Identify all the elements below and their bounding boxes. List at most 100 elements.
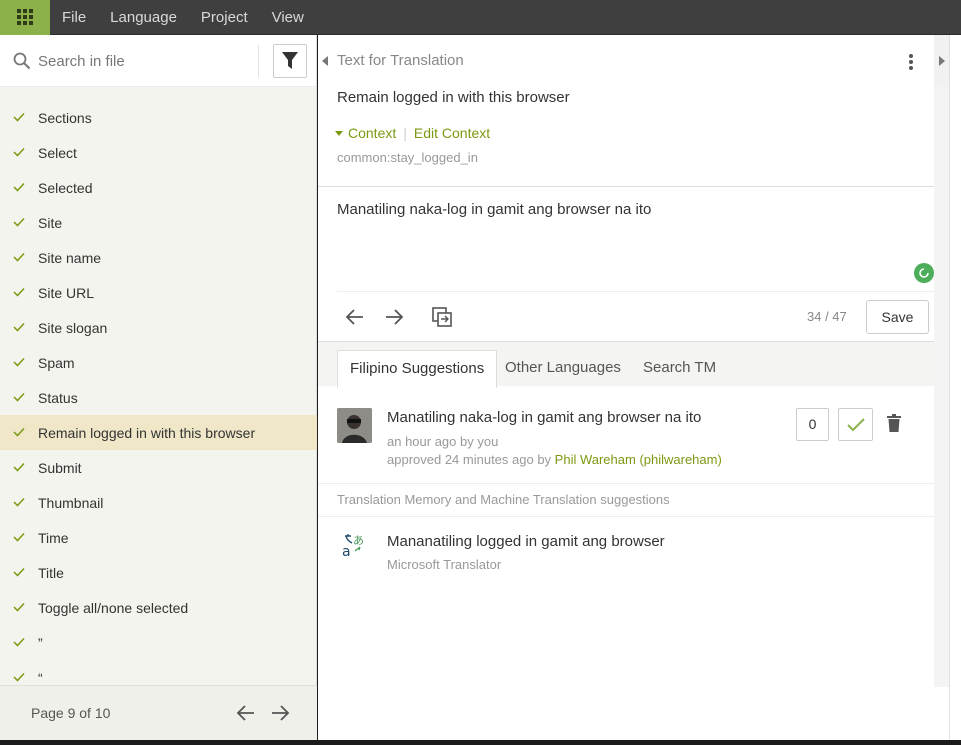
check-icon (13, 252, 25, 262)
source-header: Text for Translation (337, 52, 464, 69)
string-list-item[interactable]: “ (0, 660, 317, 683)
more-options-icon[interactable] (908, 52, 914, 72)
source-string: Remain logged in with this browser (337, 89, 570, 106)
string-list-item[interactable]: Remain logged in with this browser (0, 415, 317, 450)
scrollbar-track[interactable] (934, 87, 949, 687)
menu-language[interactable]: Language (98, 0, 189, 35)
menu-view[interactable]: View (260, 0, 316, 35)
string-list-item[interactable]: Spam (0, 345, 317, 380)
check-icon (13, 672, 25, 682)
divider (318, 516, 949, 517)
right-gutter (949, 35, 961, 740)
page-indicator: Page 9 of 10 (31, 705, 111, 721)
search-icon (13, 52, 31, 70)
string-list-item[interactable]: Selected (0, 170, 317, 205)
filter-button[interactable] (273, 44, 307, 78)
prev-string-arrow-icon[interactable] (344, 306, 366, 328)
trash-icon[interactable] (887, 414, 901, 432)
check-icon (13, 392, 25, 402)
mt-suggestion-text[interactable]: Mananatiling logged in gamit ang browser (387, 533, 665, 550)
filter-icon (282, 52, 298, 69)
caret-down-icon (335, 130, 343, 136)
string-list-item-label: Site slogan (38, 319, 108, 336)
mt-suggestion-source: Microsoft Translator (387, 557, 502, 572)
check-icon (13, 357, 25, 367)
check-icon (13, 147, 25, 157)
approve-button[interactable] (838, 408, 873, 441)
avatar (337, 408, 372, 443)
check-icon (13, 182, 25, 192)
check-icon (13, 322, 25, 332)
apps-grid-icon[interactable] (0, 0, 50, 35)
suggestion-approval: approved 24 minutes ago by Phil Wareham … (387, 452, 722, 467)
menu-project[interactable]: Project (189, 0, 260, 35)
check-icon (13, 217, 25, 227)
check-icon (13, 427, 25, 437)
next-page-arrow-icon[interactable] (269, 702, 291, 724)
context-toggle[interactable]: Context (348, 125, 396, 141)
search-input[interactable] (38, 50, 248, 72)
string-list-item[interactable]: Sections (0, 100, 317, 135)
collapse-sidebar-toggle[interactable] (318, 35, 332, 87)
pager: Page 9 of 10 (0, 685, 317, 740)
string-list-item[interactable]: Site slogan (0, 310, 317, 345)
tm-section-header: Translation Memory and Machine Translati… (337, 492, 670, 507)
check-icon (13, 287, 25, 297)
suggestion-tabs: Filipino Suggestions Other Languages Sea… (318, 341, 949, 388)
check-icon (846, 417, 865, 431)
string-list: Sections Select Selected Site Site name Site … (0, 100, 317, 683)
translation-editor[interactable]: Manatiling naka-log in gamit ang browser… (337, 201, 651, 218)
string-list-item-label: “ (38, 669, 43, 684)
approver-link[interactable]: Phil Wareham (philwareham) (555, 452, 722, 467)
string-list-item[interactable]: Status (0, 380, 317, 415)
string-list-item[interactable]: Thumbnail (0, 485, 317, 520)
caret-left-icon (322, 56, 328, 66)
tab-other-languages[interactable]: Other Languages (493, 350, 633, 388)
string-list-item[interactable]: Submit (0, 450, 317, 485)
separator: | (403, 125, 407, 141)
tab-filipino-suggestions[interactable]: Filipino Suggestions (337, 350, 498, 388)
collapse-right-panel-toggle[interactable] (934, 35, 949, 87)
string-list-item[interactable]: Site (0, 205, 317, 240)
string-list-item[interactable]: Title (0, 555, 317, 590)
string-list-item-label: Submit (38, 459, 82, 476)
string-list-item-label: Site (38, 214, 63, 231)
string-list-item[interactable]: Site name (0, 240, 317, 275)
context-row: Context | Edit Context (335, 125, 490, 141)
tab-search-tm[interactable]: Search TM (631, 350, 728, 388)
string-list-item-label: Site URL (38, 284, 95, 301)
window-bottom-edge (0, 740, 961, 745)
suggestion-author-time: an hour ago by you (387, 434, 499, 449)
menu-file[interactable]: File (50, 0, 98, 35)
context-key: common:stay_logged_in (337, 150, 478, 165)
search-bar (0, 35, 316, 87)
check-icon (13, 532, 25, 542)
string-list-item[interactable]: Select (0, 135, 317, 170)
suggestion-item: Manatiling naka-log in gamit ang browser… (318, 386, 949, 484)
string-list-item[interactable]: Toggle all/none selected (0, 590, 317, 625)
string-list-item[interactable]: Time (0, 520, 317, 555)
string-list-item-label: Thumbnail (38, 494, 104, 511)
check-icon (13, 462, 25, 472)
vote-count: 0 (796, 408, 829, 441)
check-icon (13, 112, 25, 122)
next-string-arrow-icon[interactable] (383, 306, 405, 328)
suggestion-text[interactable]: Manatiling naka-log in gamit ang browser… (387, 409, 701, 426)
copy-source-icon[interactable] (431, 306, 453, 328)
string-list-item-label: Remain logged in with this browser (38, 424, 256, 441)
divider (258, 45, 259, 77)
approval-prefix: approved 24 minutes ago by (387, 452, 555, 467)
translator-icon: a あ (342, 534, 364, 558)
save-button[interactable]: Save (866, 300, 929, 334)
string-list-item[interactable]: Site URL (0, 275, 317, 310)
string-sidebar: Sections Select Selected Site Site name Site … (0, 35, 317, 740)
string-list-item-label: Select (38, 144, 77, 161)
prev-page-arrow-icon[interactable] (235, 702, 257, 724)
sync-status-icon (914, 263, 934, 283)
svg-text:a: a (342, 544, 351, 558)
string-list-item-label: Time (38, 529, 69, 546)
string-list-item[interactable]: ” (0, 625, 317, 660)
svg-text:あ: あ (353, 534, 364, 547)
string-list-item-label: Toggle all/none selected (38, 599, 189, 616)
edit-context-link[interactable]: Edit Context (414, 125, 490, 141)
